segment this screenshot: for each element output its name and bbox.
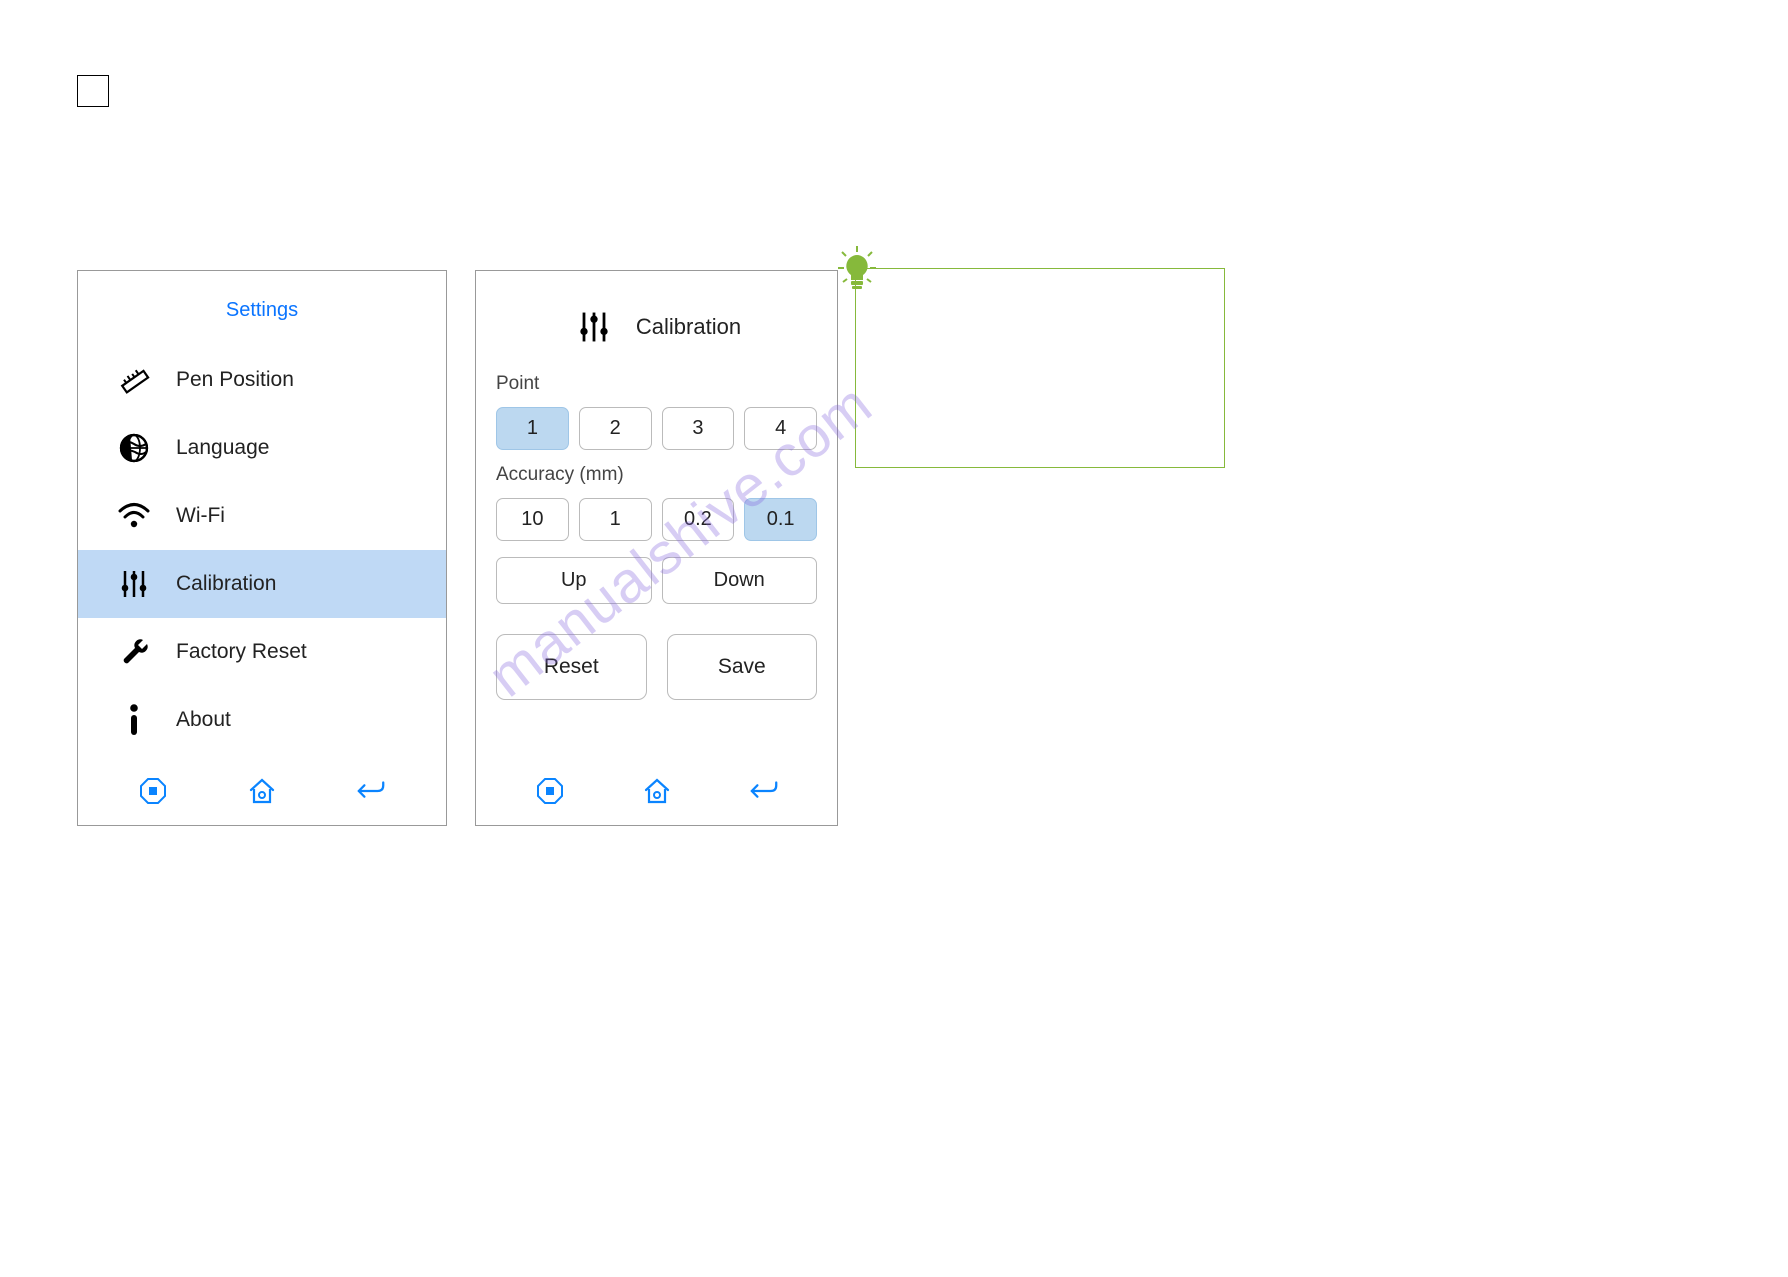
- home-icon[interactable]: [246, 775, 278, 807]
- accuracy-button-02[interactable]: 0.2: [662, 498, 735, 541]
- settings-panel: Settings Pen Position: [77, 270, 447, 826]
- accuracy-button-10[interactable]: 10: [496, 498, 569, 541]
- point-button-3[interactable]: 3: [662, 407, 735, 450]
- action-row: Reset Save: [476, 612, 837, 710]
- save-button[interactable]: Save: [667, 634, 818, 700]
- wifi-icon: [116, 498, 152, 534]
- home-icon[interactable]: [641, 775, 673, 807]
- menu-item-about[interactable]: About: [78, 686, 446, 754]
- menu-item-language[interactable]: Language: [78, 414, 446, 482]
- reset-button[interactable]: Reset: [496, 634, 647, 700]
- point-button-2[interactable]: 2: [579, 407, 652, 450]
- menu-label: Calibration: [176, 572, 276, 596]
- up-button[interactable]: Up: [496, 557, 652, 604]
- sliders-icon: [572, 305, 616, 349]
- accuracy-label: Accuracy (mm): [476, 458, 837, 490]
- point-button-1[interactable]: 1: [496, 407, 569, 450]
- calibration-header: Calibration: [476, 271, 837, 367]
- accuracy-button-1[interactable]: 1: [579, 498, 652, 541]
- back-icon[interactable]: [748, 775, 780, 807]
- menu-item-wifi[interactable]: Wi-Fi: [78, 482, 446, 550]
- stop-icon[interactable]: [534, 775, 566, 807]
- bottom-nav: [78, 757, 446, 825]
- menu-label: Factory Reset: [176, 640, 307, 664]
- stop-icon[interactable]: [137, 775, 169, 807]
- point-label: Point: [476, 367, 837, 399]
- down-button[interactable]: Down: [662, 557, 818, 604]
- point-button-4[interactable]: 4: [744, 407, 817, 450]
- settings-menu: Pen Position Language: [78, 346, 446, 757]
- globe-icon: [116, 430, 152, 466]
- menu-label: Pen Position: [176, 368, 294, 392]
- point-row: 1 2 3 4: [476, 399, 837, 458]
- calibration-title: Calibration: [636, 314, 741, 340]
- updown-row: Up Down: [476, 549, 837, 612]
- menu-item-pen-position[interactable]: Pen Position: [78, 346, 446, 414]
- settings-title: Settings: [78, 271, 446, 346]
- back-icon[interactable]: [355, 775, 387, 807]
- bottom-nav: [476, 757, 837, 825]
- menu-label: About: [176, 708, 231, 732]
- ruler-icon: [116, 362, 152, 398]
- lightbulb-icon: [836, 246, 878, 292]
- calibration-panel: Calibration Point 1 2 3 4 Accuracy (mm) …: [475, 270, 838, 826]
- accuracy-button-01[interactable]: 0.1: [744, 498, 817, 541]
- checkbox[interactable]: [77, 75, 109, 107]
- menu-label: Wi-Fi: [176, 504, 225, 528]
- menu-item-factory-reset[interactable]: Factory Reset: [78, 618, 446, 686]
- info-icon: [116, 702, 152, 738]
- sliders-icon: [116, 566, 152, 602]
- accuracy-row: 10 1 0.2 0.1: [476, 490, 837, 549]
- tip-box: [855, 268, 1225, 468]
- wrench-icon: [116, 634, 152, 670]
- menu-item-calibration[interactable]: Calibration: [78, 550, 446, 618]
- menu-label: Language: [176, 436, 269, 460]
